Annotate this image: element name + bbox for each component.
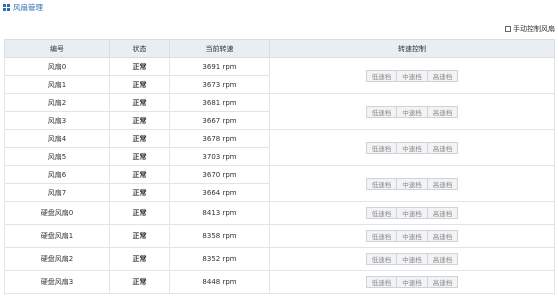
speed-control-cell: 低速档 中速档 高速档 bbox=[269, 270, 555, 294]
mid-speed-button[interactable]: 中速档 bbox=[396, 105, 428, 118]
fan-id-cell: 风扇2 bbox=[4, 93, 110, 112]
table-row: 风扇0 正常 3691 rpm 低速档 中速档 高速档 bbox=[4, 57, 555, 94]
fan-id-cell: 风扇4 bbox=[4, 129, 110, 148]
fan-status-cell: 正常 bbox=[109, 111, 170, 130]
fan-speed-cell: 8448 rpm bbox=[169, 270, 270, 294]
low-speed-button[interactable]: 低速档 bbox=[365, 105, 398, 118]
fan-id-cell: 硬盘风扇2 bbox=[4, 247, 110, 271]
table-row: 硬盘风扇3 正常 8448 rpm 低速档 中速档 高速档 bbox=[4, 270, 555, 294]
speed-control-group: 低速档 中速档 高速档 bbox=[365, 253, 459, 265]
fan-id-cell: 硬盘风扇1 bbox=[4, 224, 110, 248]
mid-speed-button[interactable]: 中速档 bbox=[396, 177, 428, 190]
speed-control-group: 低速档 中速档 高速档 bbox=[365, 207, 459, 219]
fan-table-body: 风扇0 正常 3691 rpm 低速档 中速档 高速档 风扇1 正常 3673 rpm 风扇2 正常… bbox=[4, 57, 555, 294]
fan-grid-icon bbox=[3, 4, 10, 11]
high-speed-button[interactable]: 高速档 bbox=[426, 253, 459, 265]
fan-speed-cell: 3681 rpm bbox=[169, 93, 270, 112]
speed-control-cell: 低速档 中速档 高速档 bbox=[269, 165, 555, 202]
fan-speed-cell: 8358 rpm bbox=[169, 224, 270, 248]
fan-table: 编号 状态 当前转速 转速控制 风扇0 正常 3691 rpm 低速档 中速档 高速档 风扇… bbox=[4, 39, 555, 294]
fan-status-cell: 正常 bbox=[109, 129, 170, 148]
speed-control-group: 低速档 中速档 高速档 bbox=[365, 69, 459, 82]
speed-control-group: 低速档 中速档 高速档 bbox=[365, 276, 459, 288]
mid-speed-button[interactable]: 中速档 bbox=[396, 69, 428, 82]
page-header: 风扇管理 bbox=[3, 2, 43, 13]
manual-control-checkbox[interactable] bbox=[505, 26, 511, 32]
fan-status-cell: 正常 bbox=[109, 57, 170, 76]
column-header-control: 转速控制 bbox=[269, 39, 555, 58]
column-header-id: 编号 bbox=[4, 39, 110, 58]
manual-control-toggle[interactable]: 手动控制风扇 bbox=[505, 24, 555, 34]
column-header-speed: 当前转速 bbox=[169, 39, 270, 58]
table-row: 风扇4 正常 3678 rpm 低速档 中速档 高速档 bbox=[4, 129, 555, 166]
speed-control-group: 低速档 中速档 高速档 bbox=[365, 177, 459, 190]
speed-control-group: 低速档 中速档 高速档 bbox=[365, 141, 459, 154]
high-speed-button[interactable]: 高速档 bbox=[426, 276, 459, 288]
high-speed-button[interactable]: 高速档 bbox=[426, 207, 459, 219]
speed-control-group: 低速档 中速档 高速档 bbox=[365, 230, 459, 242]
fan-speed-cell: 8413 rpm bbox=[169, 201, 270, 225]
speed-control-group: 低速档 中速档 高速档 bbox=[365, 105, 459, 118]
fan-id-cell: 风扇3 bbox=[4, 111, 110, 130]
speed-control-cell: 低速档 中速档 高速档 bbox=[269, 129, 555, 166]
fan-speed-cell: 8352 rpm bbox=[169, 247, 270, 271]
fan-speed-cell: 3667 rpm bbox=[169, 111, 270, 130]
table-row: 硬盘风扇1 正常 8358 rpm 低速档 中速档 高速档 bbox=[4, 224, 555, 248]
high-speed-button[interactable]: 高速档 bbox=[426, 230, 459, 242]
fan-status-cell: 正常 bbox=[109, 183, 170, 202]
fan-id-cell: 风扇6 bbox=[4, 165, 110, 184]
fan-status-cell: 正常 bbox=[109, 247, 170, 271]
high-speed-button[interactable]: 高速档 bbox=[426, 105, 459, 118]
high-speed-button[interactable]: 高速档 bbox=[426, 69, 459, 82]
fan-id-cell: 硬盘风扇3 bbox=[4, 270, 110, 294]
table-header-row: 编号 状态 当前转速 转速控制 bbox=[4, 39, 555, 58]
speed-control-cell: 低速档 中速档 高速档 bbox=[269, 201, 555, 225]
fan-speed-cell: 3670 rpm bbox=[169, 165, 270, 184]
table-row: 风扇6 正常 3670 rpm 低速档 中速档 高速档 bbox=[4, 165, 555, 202]
fan-status-cell: 正常 bbox=[109, 224, 170, 248]
fan-speed-cell: 3664 rpm bbox=[169, 183, 270, 202]
fan-status-cell: 正常 bbox=[109, 270, 170, 294]
fan-status-cell: 正常 bbox=[109, 147, 170, 166]
fan-id-cell: 风扇5 bbox=[4, 147, 110, 166]
page-title: 风扇管理 bbox=[13, 3, 43, 12]
manual-control-label: 手动控制风扇 bbox=[513, 25, 555, 33]
low-speed-button[interactable]: 低速档 bbox=[365, 230, 398, 242]
fan-id-cell: 风扇7 bbox=[4, 183, 110, 202]
mid-speed-button[interactable]: 中速档 bbox=[396, 230, 428, 242]
low-speed-button[interactable]: 低速档 bbox=[365, 177, 398, 190]
low-speed-button[interactable]: 低速档 bbox=[365, 69, 398, 82]
speed-control-cell: 低速档 中速档 高速档 bbox=[269, 247, 555, 271]
fan-status-cell: 正常 bbox=[109, 201, 170, 225]
table-row: 硬盘风扇0 正常 8413 rpm 低速档 中速档 高速档 bbox=[4, 201, 555, 225]
fan-speed-cell: 3703 rpm bbox=[169, 147, 270, 166]
fan-id-cell: 风扇1 bbox=[4, 75, 110, 94]
table-row: 硬盘风扇2 正常 8352 rpm 低速档 中速档 高速档 bbox=[4, 247, 555, 271]
low-speed-button[interactable]: 低速档 bbox=[365, 207, 398, 219]
mid-speed-button[interactable]: 中速档 bbox=[396, 276, 428, 288]
speed-control-cell: 低速档 中速档 高速档 bbox=[269, 224, 555, 248]
low-speed-button[interactable]: 低速档 bbox=[365, 253, 398, 265]
fan-id-cell: 硬盘风扇0 bbox=[4, 201, 110, 225]
mid-speed-button[interactable]: 中速档 bbox=[396, 141, 428, 154]
fan-status-cell: 正常 bbox=[109, 75, 170, 94]
low-speed-button[interactable]: 低速档 bbox=[365, 276, 398, 288]
table-row: 风扇2 正常 3681 rpm 低速档 中速档 高速档 bbox=[4, 93, 555, 130]
low-speed-button[interactable]: 低速档 bbox=[365, 141, 398, 154]
fan-status-cell: 正常 bbox=[109, 165, 170, 184]
mid-speed-button[interactable]: 中速档 bbox=[396, 207, 428, 219]
speed-control-cell: 低速档 中速档 高速档 bbox=[269, 93, 555, 130]
speed-control-cell: 低速档 中速档 高速档 bbox=[269, 57, 555, 94]
high-speed-button[interactable]: 高速档 bbox=[426, 141, 459, 154]
mid-speed-button[interactable]: 中速档 bbox=[396, 253, 428, 265]
fan-id-cell: 风扇0 bbox=[4, 57, 110, 76]
high-speed-button[interactable]: 高速档 bbox=[426, 177, 459, 190]
fan-speed-cell: 3678 rpm bbox=[169, 129, 270, 148]
column-header-status: 状态 bbox=[109, 39, 170, 58]
fan-speed-cell: 3691 rpm bbox=[169, 57, 270, 76]
fan-speed-cell: 3673 rpm bbox=[169, 75, 270, 94]
fan-status-cell: 正常 bbox=[109, 93, 170, 112]
